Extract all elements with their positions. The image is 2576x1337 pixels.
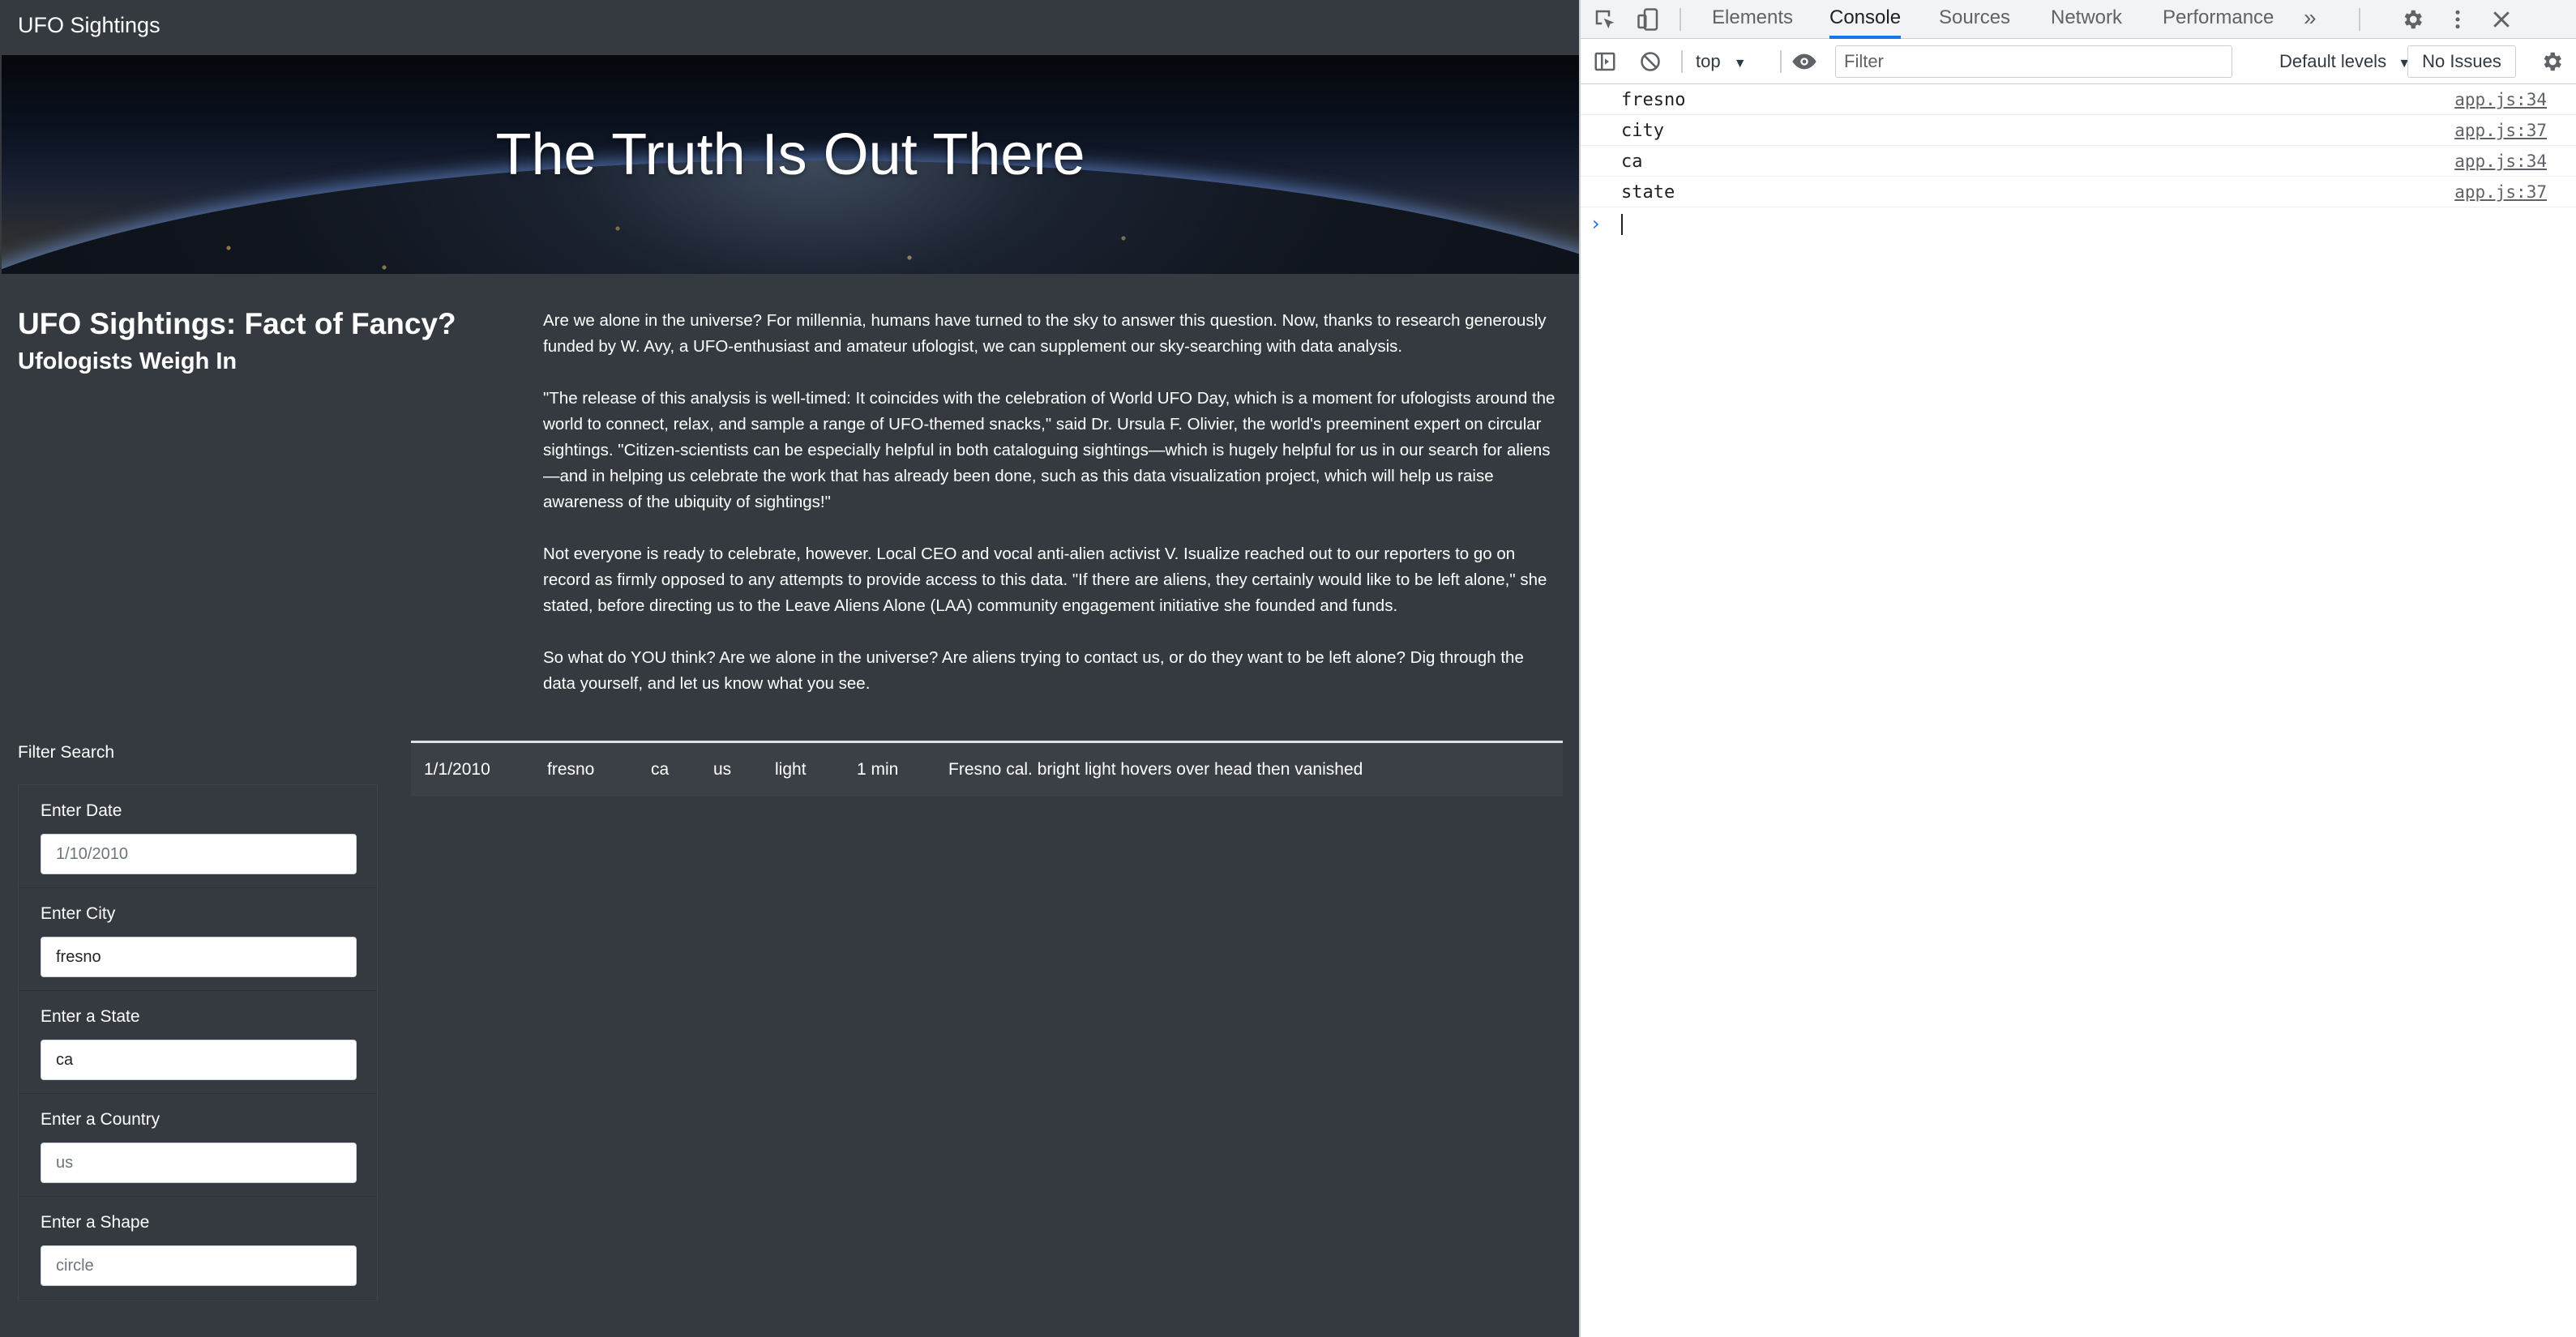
console-message-text: fresno (1621, 90, 1686, 110)
hero-title: The Truth Is Out There (495, 122, 1085, 187)
devtools-tab-bar: Elements Console Sources Network Perform… (1581, 0, 2576, 39)
console-prompt[interactable]: › (1581, 207, 2576, 240)
console-source-link[interactable]: app.js:34 (2454, 90, 2547, 109)
gear-icon[interactable] (2537, 47, 2566, 76)
filter-item-country: Enter a Country (19, 1094, 377, 1197)
article-paragraph: "The release of this analysis is well-ti… (543, 389, 1555, 511)
article-body: Are we alone in the universe? For millen… (543, 308, 1558, 723)
date-input[interactable] (41, 834, 357, 874)
filter-search-title: Filter Search (18, 743, 115, 762)
article-heading: UFO Sightings: Fact of Fancy? Ufologists… (18, 306, 504, 376)
city-input[interactable] (41, 937, 357, 977)
shape-input[interactable] (41, 1245, 357, 1286)
article-subtitle: Ufologists Weigh In (18, 348, 237, 374)
kebab-menu-icon[interactable] (2443, 5, 2472, 34)
toolbar-separator (1780, 50, 1782, 73)
filter-label-city: Enter City (41, 904, 116, 923)
console-message: city app.js:37 (1581, 115, 2576, 146)
navbar: UFO Sightings (0, 0, 1579, 55)
tab-elements[interactable]: Elements (1712, 0, 1793, 39)
tab-performance[interactable]: Performance (2163, 0, 2274, 39)
log-levels-label: Default levels (2279, 51, 2387, 71)
filter-label-country: Enter a Country (41, 1110, 160, 1129)
log-levels-dropdown[interactable]: Default levels ▼ (2279, 47, 2411, 76)
cell-shape: light (775, 760, 807, 779)
console-message: state app.js:37 (1581, 177, 2576, 207)
more-tabs-button[interactable]: » (2304, 0, 2317, 39)
navbar-brand[interactable]: UFO Sightings (18, 13, 160, 38)
tab-console[interactable]: Console (1829, 0, 1902, 39)
hero-banner: The Truth Is Out There (2, 55, 1579, 274)
state-input[interactable] (41, 1040, 357, 1080)
close-icon[interactable] (2487, 5, 2516, 34)
issues-button[interactable]: No Issues (2407, 45, 2516, 78)
filter-label-state: Enter a State (41, 1007, 140, 1026)
text-caret (1621, 214, 1623, 235)
context-selector[interactable]: top ▼ (1696, 47, 1747, 76)
live-expression-icon[interactable] (1790, 47, 1819, 76)
table-row: 1/1/2010 fresno ca us light 1 min Fresno… (411, 743, 1563, 797)
article-title: UFO Sightings: Fact of Fancy? (18, 307, 456, 340)
filter-item-shape: Enter a Shape (19, 1197, 377, 1300)
cell-comments: Fresno cal. bright light hovers over hea… (948, 760, 1363, 779)
console-filter-input[interactable] (1835, 45, 2232, 78)
filter-label-shape: Enter a Shape (41, 1213, 150, 1232)
article-paragraph: Are we alone in the universe? For millen… (543, 311, 1547, 356)
devtools-panel: Elements Console Sources Network Perform… (1579, 0, 2576, 1337)
console-message-text: ca (1621, 152, 1643, 172)
chevron-down-icon: ▼ (1733, 57, 1747, 70)
article-paragraph: So what do YOU think? Are we alone in th… (543, 648, 1524, 693)
console-source-link[interactable]: app.js:37 (2454, 182, 2547, 202)
prompt-chevron-icon: › (1592, 212, 1600, 235)
context-value: top (1696, 51, 1721, 71)
cell-country: us (713, 760, 732, 779)
web-page: UFO Sightings The Truth Is Out There UFO… (0, 0, 1579, 1337)
cell-datetime: 1/1/2010 (424, 760, 490, 779)
filter-list: Enter Date Enter City Enter a State Ente… (18, 784, 378, 1301)
toolbar-separator (2359, 8, 2360, 31)
inspect-element-icon[interactable] (1590, 5, 1620, 34)
article-paragraph: Not everyone is ready to celebrate, howe… (543, 545, 1547, 615)
console-output: fresno app.js:34 city app.js:37 ca app.j… (1581, 84, 2576, 240)
filter-item-date: Enter Date (19, 785, 377, 888)
console-source-link[interactable]: app.js:37 (2454, 121, 2547, 140)
console-message-text: city (1621, 121, 1664, 141)
filter-item-city: Enter City (19, 888, 377, 991)
clear-console-icon[interactable] (1636, 47, 1665, 76)
device-toolbar-icon[interactable] (1634, 5, 1663, 34)
filter-label-date: Enter Date (41, 801, 122, 820)
results-table: 1/1/2010 fresno ca us light 1 min Fresno… (411, 741, 1563, 797)
country-input[interactable] (41, 1143, 357, 1183)
console-source-link[interactable]: app.js:34 (2454, 152, 2547, 171)
cell-state: ca (651, 760, 670, 779)
toolbar-separator (1681, 50, 1683, 73)
console-message-text: state (1621, 182, 1675, 203)
tab-network[interactable]: Network (2051, 0, 2122, 39)
console-sidebar-icon[interactable] (1590, 47, 1620, 76)
tab-sources[interactable]: Sources (1939, 0, 2010, 39)
console-toolbar: top ▼ Default levels ▼ No Issues (1581, 39, 2576, 84)
gear-icon[interactable] (2398, 5, 2427, 34)
filter-item-state: Enter a State (19, 991, 377, 1094)
console-message: fresno app.js:34 (1581, 84, 2576, 115)
cell-city: fresno (547, 760, 595, 779)
console-message: ca app.js:34 (1581, 146, 2576, 177)
toolbar-separator (1680, 8, 1681, 31)
cell-duration: 1 min (857, 760, 899, 779)
